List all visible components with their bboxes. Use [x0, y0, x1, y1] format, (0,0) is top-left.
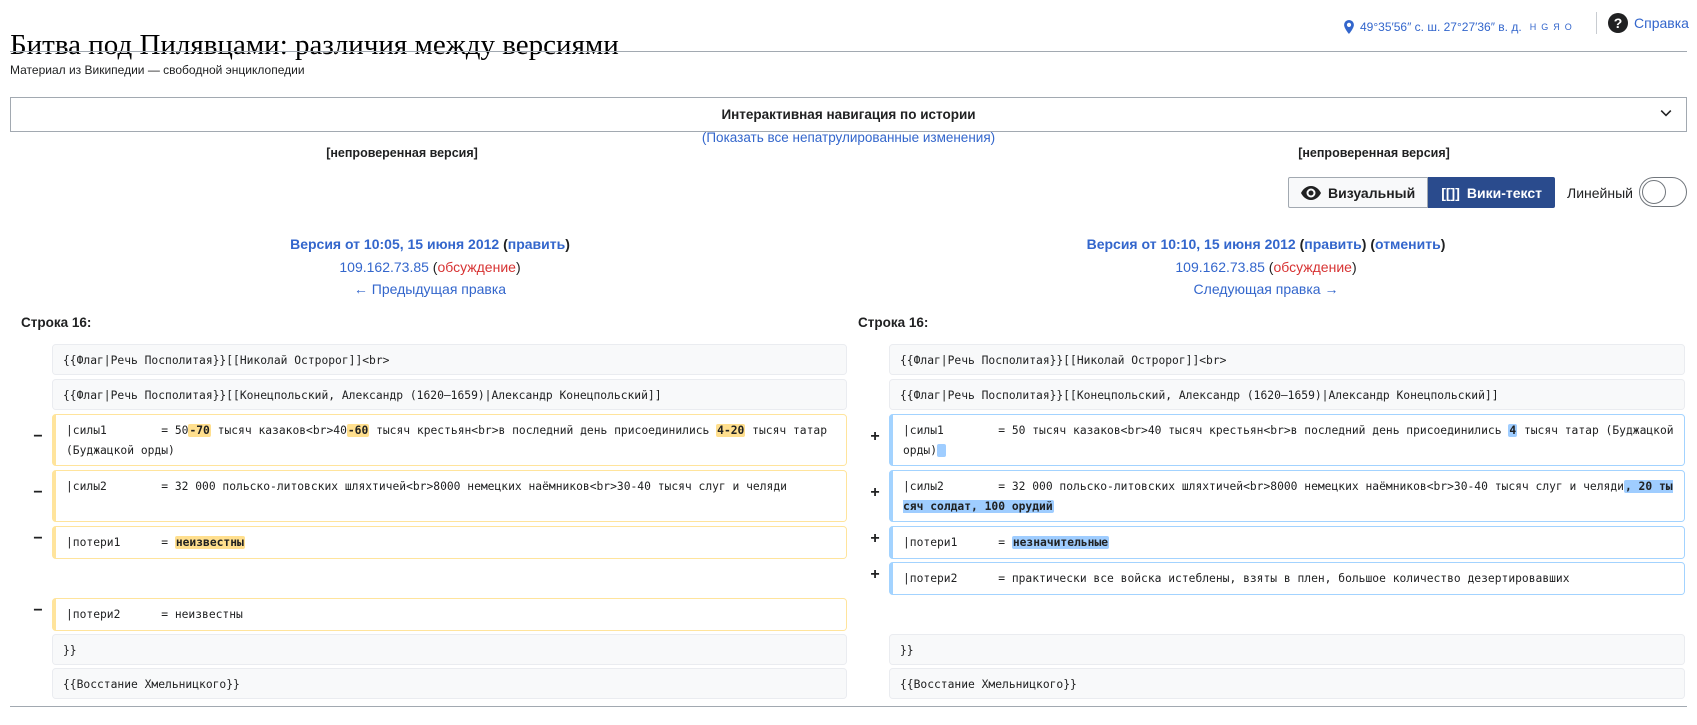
history-navigation-label: Интерактивная навигация по истории	[721, 107, 976, 122]
added-line: |потери2 = практически все войска истебл…	[889, 562, 1685, 595]
left-edit-link[interactable]: править	[508, 236, 565, 252]
deleted-line-marker: −	[33, 602, 43, 619]
deleted-line: |силы1 = 50-70 тысяч казаков<br>40-60 ты…	[52, 414, 847, 466]
eye-icon	[1301, 185, 1321, 200]
diff-context-line: {{Флаг|Речь Посполитая}}[[Николай Острор…	[889, 344, 1685, 375]
wikitext-diff-button[interactable]: [[]] Вики-текст	[1428, 177, 1555, 208]
diff-context-line: {{Флаг|Речь Посполитая}}[[Конецпольский,…	[889, 379, 1685, 410]
diff-text: |силы2 = 32 000 польско-литовских шляхти…	[903, 480, 1624, 493]
added-line-marker: +	[870, 484, 880, 501]
diff-text: тысяч казаков<br>40	[210, 424, 347, 437]
left-talk-link[interactable]: обсуждение	[437, 259, 515, 275]
left-line-number: Строка 16:	[21, 315, 92, 330]
diff-text: |потери1 =	[66, 536, 175, 549]
added-line: |силы1 = 50 тысяч казаков<br>40 тысяч кр…	[889, 414, 1685, 466]
show-unpatrolled-link[interactable]: (Показать все непатрулированные изменени…	[0, 130, 1697, 145]
inline-toggle-label: Линейный	[1567, 185, 1633, 201]
added-line-marker: +	[870, 428, 880, 445]
diff-context-line: }}	[889, 634, 1685, 665]
page-title: Битва под Пилявцами: различия между верс…	[10, 29, 619, 62]
added-word: 4	[1508, 424, 1518, 437]
deleted-word: -60	[346, 424, 370, 437]
added-line-marker: +	[870, 530, 880, 547]
visual-diff-label: Визуальный	[1328, 184, 1416, 201]
title-divider	[10, 51, 1687, 52]
added-line-marker: +	[870, 566, 880, 583]
left-unverified-label: [непроверенная версия]	[326, 146, 478, 160]
previous-edit-link[interactable]: ← Предыдущая правка	[354, 281, 506, 297]
deleted-word: 4-20	[716, 424, 746, 437]
site-tagline: Материал из Википедии — свободной энцикл…	[10, 63, 305, 77]
right-revision-info: Версия от 10:10, 15 июня 2012 (править) …	[1086, 236, 1446, 297]
diff-context-line: {{Восстание Хмельницкого}}	[52, 668, 847, 699]
deleted-line-marker: −	[33, 530, 43, 547]
next-edit-link[interactable]: Следующая правка →	[1194, 281, 1339, 297]
right-revision-title[interactable]: Версия от 10:10, 15 июня 2012	[1087, 236, 1296, 252]
added-line: |потери1 = незначительные	[889, 526, 1685, 559]
diff-context-line: }}	[52, 634, 847, 665]
deleted-line: |потери2 = неизвестны	[52, 598, 847, 631]
diff-bottom-divider	[10, 706, 1687, 707]
deleted-line: |потери1 = неизвестны	[52, 526, 847, 559]
wikitext-diff-label: Вики-текст	[1466, 184, 1542, 201]
right-line-number: Строка 16:	[858, 315, 929, 330]
show-unpatrolled-label[interactable]: (Показать все непатрулированные изменени…	[702, 130, 995, 145]
diff-text: |силы1 = 50	[66, 424, 189, 437]
right-unverified-label: [непроверенная версия]	[1298, 146, 1450, 160]
help-icon: ?	[1608, 13, 1628, 33]
deleted-line-marker: −	[33, 484, 43, 501]
left-revision-title[interactable]: Версия от 10:05, 15 июня 2012	[290, 236, 499, 252]
right-edit-link[interactable]: править	[1304, 236, 1361, 252]
map-pin-icon	[1344, 20, 1354, 34]
left-user-link[interactable]: 109.162.73.85	[339, 259, 429, 275]
header-separator	[1596, 12, 1597, 34]
help-label[interactable]: Справка	[1634, 15, 1689, 31]
left-paren-close: )	[565, 236, 570, 252]
right-user-link[interactable]: 109.162.73.85	[1175, 259, 1265, 275]
diff-text: |потери1 =	[903, 536, 1012, 549]
deleted-line: |силы2 = 32 000 польско-литовских шляхти…	[52, 470, 847, 522]
deleted-word: -70	[188, 424, 211, 437]
coordinates-text[interactable]: 49°35′56″ с. ш. 27°27′36″ в. д.	[1360, 20, 1522, 34]
coordinates[interactable]: 49°35′56″ с. ш. 27°27′36″ в. д. HGЯO	[1342, 20, 1577, 34]
added-line: |силы2 = 32 000 польско-литовских шляхти…	[889, 470, 1685, 522]
inline-toggle-switch[interactable]	[1639, 177, 1687, 207]
chevron-down-icon	[1660, 110, 1672, 117]
deleted-line-marker: −	[33, 428, 43, 445]
switch-knob	[1642, 180, 1666, 204]
diff-text: |силы1 = 50 тысяч казаков<br>40 тысяч кр…	[903, 424, 1509, 437]
wikitext-icon: [[]]	[1441, 184, 1460, 201]
diff-mode-toggle: Визуальный [[]] Вики-текст	[1288, 177, 1555, 208]
left-paren-open: (	[499, 236, 508, 252]
added-word: незначительные	[1011, 536, 1110, 549]
deleted-word: неизвестны	[174, 536, 245, 549]
diff-context-line: {{Флаг|Речь Посполитая}}[[Николай Острор…	[52, 344, 847, 375]
visual-diff-button[interactable]: Визуальный	[1288, 177, 1429, 208]
history-navigation-toggle[interactable]: Интерактивная навигация по истории	[10, 97, 1687, 132]
map-service-links[interactable]: HGЯO	[1530, 22, 1577, 32]
diff-context-line: {{Восстание Хмельницкого}}	[889, 668, 1685, 699]
undo-link[interactable]: отменить	[1375, 236, 1441, 252]
added-word	[937, 444, 946, 457]
right-talk-link[interactable]: обсуждение	[1273, 259, 1351, 275]
diff-context-line: {{Флаг|Речь Посполитая}}[[Конецпольский,…	[52, 379, 847, 410]
diff-text: тысяч крестьян<br>в последний день присо…	[369, 424, 717, 437]
help-link[interactable]: ? Справка	[1608, 13, 1689, 33]
left-revision-info: Версия от 10:05, 15 июня 2012 (править) …	[290, 236, 570, 297]
